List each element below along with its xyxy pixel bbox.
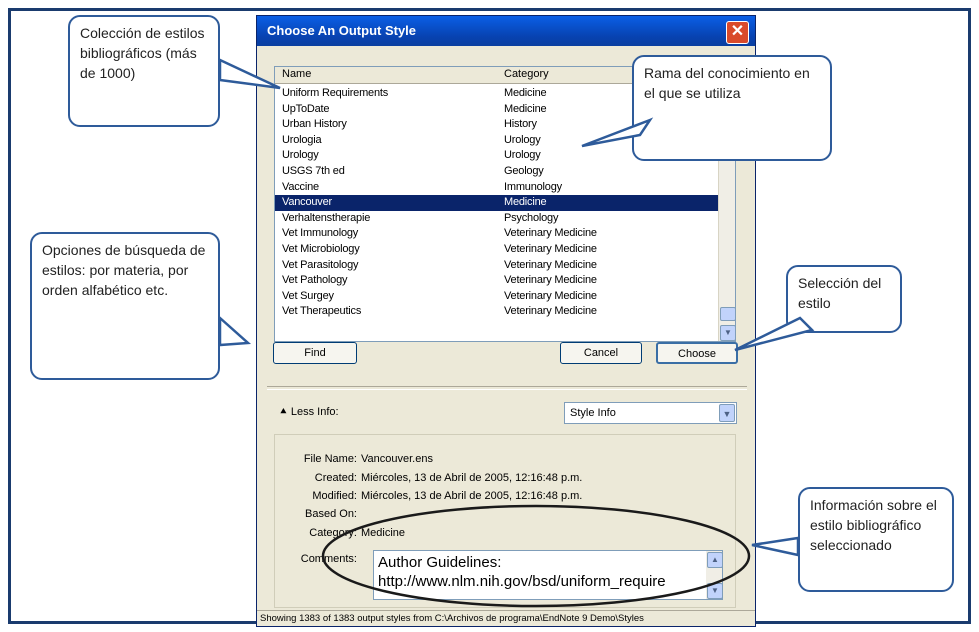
style-name: Vet Surgey	[282, 289, 334, 302]
callout-selection: Selección del estilo	[786, 265, 902, 333]
list-item[interactable]: USGS 7th ed Geology	[275, 164, 721, 180]
category-label: Category:	[309, 527, 357, 539]
style-category: Psychology	[504, 211, 559, 224]
style-name: Vaccine	[282, 180, 319, 193]
list-item[interactable]: Vet Immunology Veterinary Medicine	[275, 226, 721, 242]
status-bar: Showing 1383 of 1383 output styles from …	[257, 610, 755, 626]
separator	[267, 386, 747, 390]
created-label: Created:	[314, 472, 357, 484]
dialog-title: Choose An Output Style	[257, 16, 755, 46]
style-category: Medicine	[504, 196, 547, 209]
callout-search: Opciones de búsqueda de estilos: por mat…	[30, 232, 220, 380]
comments-scrollbar[interactable]: ▲ ▼	[706, 551, 722, 599]
comments-line-2: http://www.nlm.nih.gov/bsd/uniform_requi…	[378, 573, 666, 590]
style-category: Immunology	[504, 180, 562, 193]
list-item[interactable]: Vet Microbiology Veterinary Medicine	[275, 242, 721, 258]
style-category: Urology	[504, 149, 541, 162]
style-category: Veterinary Medicine	[504, 289, 597, 302]
close-button[interactable]: ✕	[726, 21, 749, 44]
style-category: Veterinary Medicine	[504, 258, 597, 271]
style-info-select[interactable]: Style Info ▼	[564, 402, 737, 424]
style-category: Urology	[504, 133, 541, 146]
style-name: Urban History	[282, 118, 347, 131]
less-info-label: Less Info:	[290, 406, 339, 418]
callout-branch: Rama del conocimiento en el que se utili…	[632, 55, 832, 161]
scrollbar-thumb[interactable]	[720, 307, 735, 321]
scroll-down-icon[interactable]: ▼	[707, 583, 722, 599]
comments-label: Comments:	[300, 553, 357, 565]
style-name: Vet Parasitology	[282, 258, 359, 271]
file-name-value: Vancouver.ens	[361, 453, 433, 465]
list-item[interactable]: Vancouver Medicine	[275, 195, 721, 211]
style-name: Urologia	[282, 133, 322, 146]
style-category: Medicine	[504, 102, 547, 115]
comments-line-1: Author Guidelines:	[378, 554, 502, 571]
style-name: Vet Pathology	[282, 274, 348, 287]
modified-label: Modified:	[312, 490, 357, 502]
style-name: Uniform Requirements	[282, 87, 389, 99]
created-value: Miércoles, 13 de Abril de 2005, 12:16:48…	[361, 472, 583, 484]
style-category: History	[504, 118, 537, 131]
list-item[interactable]: Vet Therapeutics Veterinary Medicine	[275, 304, 721, 320]
list-item[interactable]: Vet Pathology Veterinary Medicine	[275, 273, 721, 289]
style-category: Geology	[504, 164, 544, 177]
style-category: Veterinary Medicine	[504, 274, 597, 287]
scroll-down-icon[interactable]: ▼	[720, 325, 735, 341]
style-name: USGS 7th ed	[282, 164, 345, 177]
chevron-down-icon[interactable]: ▼	[719, 404, 735, 422]
list-item[interactable]: Vet Parasitology Veterinary Medicine	[275, 258, 721, 274]
choose-button[interactable]: Choose	[656, 342, 738, 364]
style-info-panel: File Name: Vancouver.ens Created: Miérco…	[274, 434, 736, 608]
style-category: Veterinary Medicine	[504, 242, 597, 255]
style-category: Veterinary Medicine	[504, 305, 597, 318]
callout-information: Información sobre el estilo bibliográfic…	[798, 487, 954, 592]
column-header-name[interactable]: Name	[282, 68, 311, 80]
file-name-label: File Name:	[303, 453, 357, 465]
style-category: Medicine	[504, 87, 547, 99]
column-header-category[interactable]: Category	[504, 68, 549, 80]
style-name: Vet Immunology	[282, 227, 359, 240]
based-on-label: Based On:	[305, 508, 357, 520]
style-category: Veterinary Medicine	[504, 227, 597, 240]
style-name: Urology	[282, 149, 319, 162]
list-item[interactable]: Vaccine Immunology	[275, 180, 721, 196]
style-name: Vancouver	[282, 196, 332, 209]
comments-field[interactable]: Author Guidelines: http://www.nlm.nih.go…	[373, 550, 723, 600]
find-button[interactable]: Find	[273, 342, 357, 364]
category-value: Medicine	[361, 527, 406, 539]
cancel-button[interactable]: Cancel	[560, 342, 642, 364]
style-name: Verhaltenstherapie	[282, 211, 371, 224]
style-name: Vet Microbiology	[282, 242, 360, 255]
style-name: UpToDate	[282, 102, 330, 115]
list-item[interactable]: Vet Surgey Veterinary Medicine	[275, 289, 721, 305]
modified-value: Miércoles, 13 de Abril de 2005, 12:16:48…	[361, 490, 583, 502]
style-name: Vet Therapeutics	[282, 305, 362, 318]
callout-collection: Colección de estilos bibliográficos (más…	[68, 15, 220, 127]
less-info-toggle[interactable]: ⯅ Less Info:	[279, 406, 339, 419]
scroll-up-icon[interactable]: ▲	[707, 552, 722, 568]
list-item[interactable]: Verhaltenstherapie Psychology	[275, 211, 721, 227]
collapse-arrow-icon: ⯅	[279, 406, 288, 418]
style-info-value: Style Info	[570, 407, 616, 419]
